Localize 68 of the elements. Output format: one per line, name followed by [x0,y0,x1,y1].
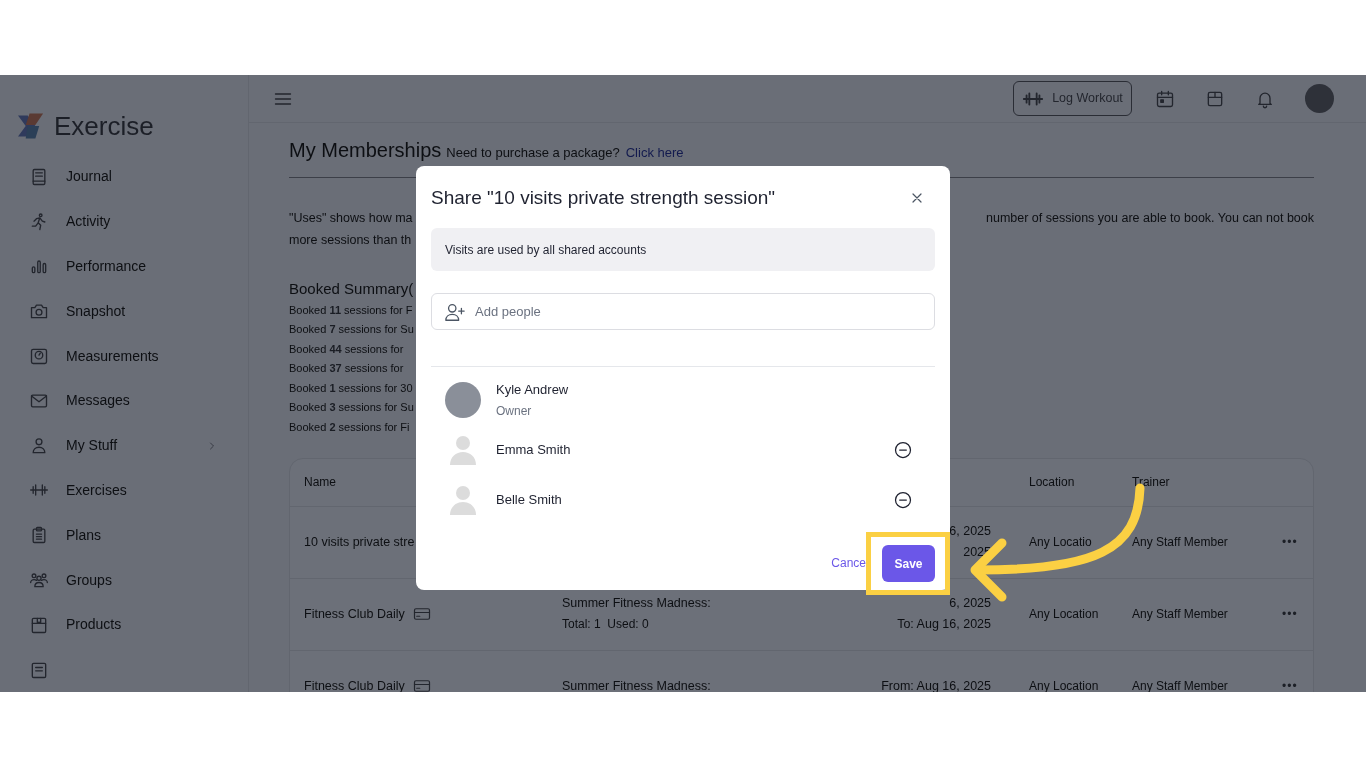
table-cell-text: 10 visits private stre [304,533,415,551]
sidebar-item[interactable]: Journal [0,154,248,200]
log-workout-button[interactable]: Log Workout [1013,81,1132,116]
sidebar-item[interactable]: Products [0,602,248,648]
person-name: Kyle Andrew [496,380,570,399]
table-cell-text: To: Aug 16, 2025 [897,616,991,634]
table-cell-text: Fitness Club Daily [304,677,405,692]
column-header: Location [1029,474,1076,492]
people-icon [29,570,49,590]
table-cell-text: Any Staff Member [1132,534,1229,552]
more-options-button[interactable]: ••• [1282,605,1298,624]
summary-title: Booked Summary( [289,279,414,299]
summary-line: Booked 2 sessions for Fi [289,420,410,436]
more-options-button[interactable]: ••• [1282,677,1298,692]
table-cell-text: Fitness Club Daily [304,605,405,623]
purchase-prompt: Need to purchase a package? [446,144,620,162]
summary-line: Booked 11 sessions for F [289,302,413,318]
person-name: Emma Smith [496,441,572,460]
summary-line: Booked 37 sessions for [289,361,404,377]
table-cell-text: Any Location [1029,678,1100,692]
column-header: Trainer [1132,474,1171,492]
sidebar-item[interactable]: Exercises [0,468,248,513]
sidebar-item[interactable]: Messages [0,378,248,424]
purchase-link[interactable]: Click here [625,143,684,163]
app-logo-text: Exercise [54,112,154,139]
dialog-title: Share "10 visits private strength session" [431,185,776,210]
table-cell-text: 6, 2025 [949,523,991,541]
summary-line: Booked 7 sessions for Su [289,322,414,338]
add-people-field[interactable]: Add people [431,293,935,330]
remove-person-button[interactable] [893,440,913,460]
sidebar-item[interactable]: Measurements [0,333,248,379]
sidebar-item[interactable]: Performance [0,244,248,289]
page-title: My Memberships [289,138,442,163]
note-text: number of sessions you are able to book. You can not book [986,210,1314,227]
table-cell-text: Any Locatio [1029,534,1093,552]
minus-circle-icon [893,490,913,510]
table-cell-text: Summer Fitness Madness: [562,595,712,613]
sidebar-item[interactable]: Plans [0,512,248,558]
summary-line: Booked 3 sessions for Su [289,400,414,416]
table-cell-text: Any Staff Member [1132,606,1229,624]
summary-line: Booked 1 sessions for 30 [289,380,413,396]
cancel-button[interactable]: Cance [831,554,866,572]
calendar-button[interactable] [1155,88,1175,109]
table-cell-text: Total: 1 Used: 0 [562,616,650,634]
avatar[interactable] [1305,84,1334,113]
logo-icon [18,112,45,139]
minus-circle-icon [893,440,913,460]
table-cell-text: 6, 2025 [949,595,991,613]
note-text: "Uses" shows how ma [289,210,413,227]
sidebar-item[interactable]: Activity [0,199,248,245]
scale-icon [29,346,49,366]
calendar-icon [1155,88,1175,109]
table-cell-text: Any Staff Member [1132,678,1229,692]
table-cell-text: From: Aug 16, 2025 [881,677,991,692]
person-role: Owner [496,403,533,421]
table-cell-text: Any Location [1029,606,1100,624]
person-name: Belle Smith [496,491,563,510]
column-header: Name [304,474,337,492]
sidebar-item[interactable]: Groups [0,557,248,603]
sidebar-item[interactable]: My Stuff [0,423,248,468]
more-options-button[interactable]: ••• [1282,533,1298,552]
save-button[interactable]: Save [882,545,935,582]
info-banner: Visits are used by all shared accounts [431,228,935,271]
avatar [445,382,481,418]
sidebar-item[interactable]: Snapshot [0,288,248,334]
note-text: more sessions than th [289,232,413,249]
summary-line: Booked 44 sessions for [289,341,404,357]
remove-person-button[interactable] [893,490,913,510]
